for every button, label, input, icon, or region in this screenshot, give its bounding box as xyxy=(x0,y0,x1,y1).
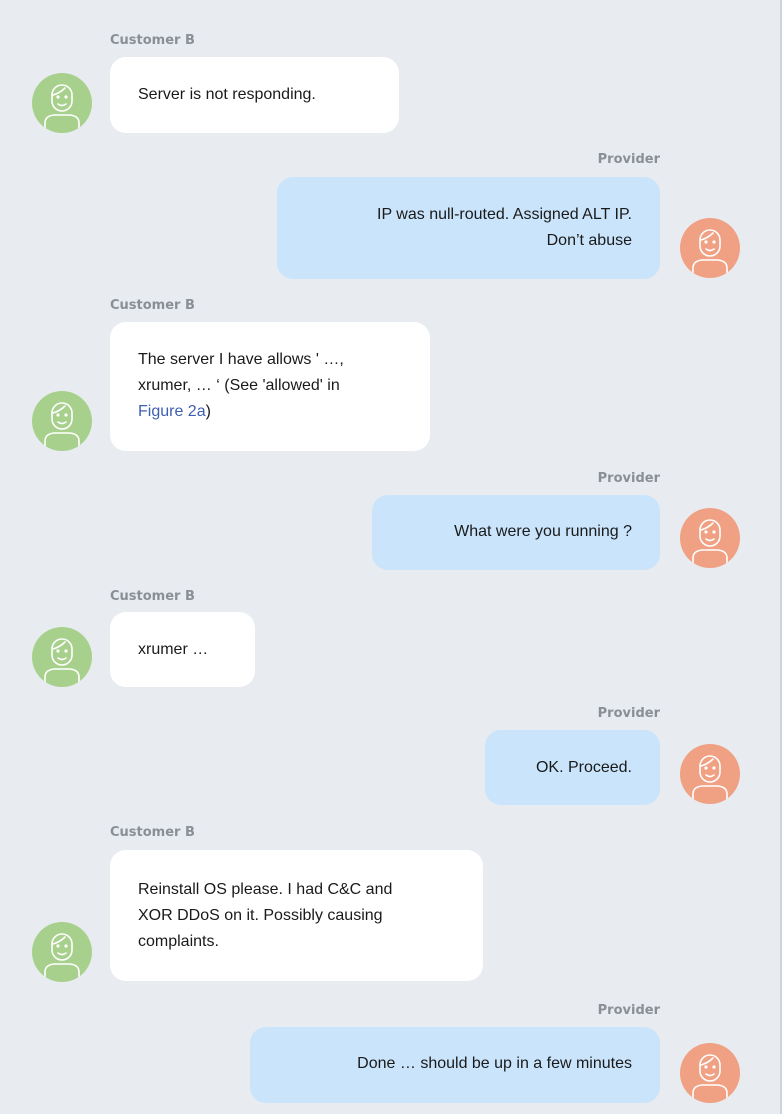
provider-avatar xyxy=(680,744,740,804)
sender-label: Provider xyxy=(597,152,660,167)
message-bubble: Server is not responding. xyxy=(110,57,399,133)
sender-label: Provider xyxy=(597,471,660,486)
person-outline-icon xyxy=(692,229,728,278)
person-outline-icon xyxy=(44,402,80,451)
provider-avatar xyxy=(680,1043,740,1103)
person-outline-icon xyxy=(44,84,80,133)
message-text: complaints. xyxy=(138,933,219,950)
message-bubble: OK. Proceed. xyxy=(485,730,660,805)
message-bubble: The server I have allows ' …, xrumer, … … xyxy=(110,322,430,451)
message-text: Reinstall OS please. I had C&C and xyxy=(138,881,393,898)
sender-label: Customer B xyxy=(110,298,195,313)
message-bubble: What were you running ? xyxy=(372,495,660,570)
message-text-with-link: Figure 2a) xyxy=(138,399,402,425)
message-text: xrumer, … ‘ (See 'allowed' in xyxy=(138,377,340,394)
person-outline-icon xyxy=(692,755,728,804)
link-suffix: ) xyxy=(205,403,211,420)
customer-avatar xyxy=(32,73,92,133)
message-text: xrumer … xyxy=(138,641,209,658)
message-text: XOR DDoS on it. Possibly causing xyxy=(138,907,383,924)
sender-label: Provider xyxy=(597,706,660,721)
customer-avatar xyxy=(32,922,92,982)
sender-label: Customer B xyxy=(110,33,195,48)
figure-link[interactable]: Figure 2a xyxy=(138,403,206,420)
person-outline-icon xyxy=(692,519,728,568)
person-outline-icon xyxy=(692,1054,728,1103)
provider-avatar xyxy=(680,508,740,568)
sender-label: Customer B xyxy=(110,825,195,840)
sender-label: Provider xyxy=(597,1003,660,1018)
message-text: What were you running ? xyxy=(454,523,632,540)
sender-label: Customer B xyxy=(110,589,195,604)
message-text: The server I have allows ' …, xyxy=(138,351,344,368)
person-outline-icon xyxy=(44,638,80,687)
message-bubble: Reinstall OS please. I had C&C and XOR D… xyxy=(110,850,483,981)
provider-avatar xyxy=(680,218,740,278)
message-text: Server is not responding. xyxy=(138,86,316,103)
customer-avatar xyxy=(32,627,92,687)
message-text: Done … should be up in a few minutes xyxy=(357,1055,632,1072)
message-text: Don’t abuse xyxy=(546,232,632,249)
customer-avatar xyxy=(32,391,92,451)
message-bubble: Done … should be up in a few minutes xyxy=(250,1027,660,1103)
person-outline-icon xyxy=(44,933,80,982)
message-text: IP was null-routed. Assigned ALT IP. xyxy=(377,206,632,223)
message-bubble: xrumer … xyxy=(110,612,255,687)
message-bubble: IP was null-routed. Assigned ALT IP. Don… xyxy=(277,177,660,279)
message-text: OK. Proceed. xyxy=(535,759,632,776)
